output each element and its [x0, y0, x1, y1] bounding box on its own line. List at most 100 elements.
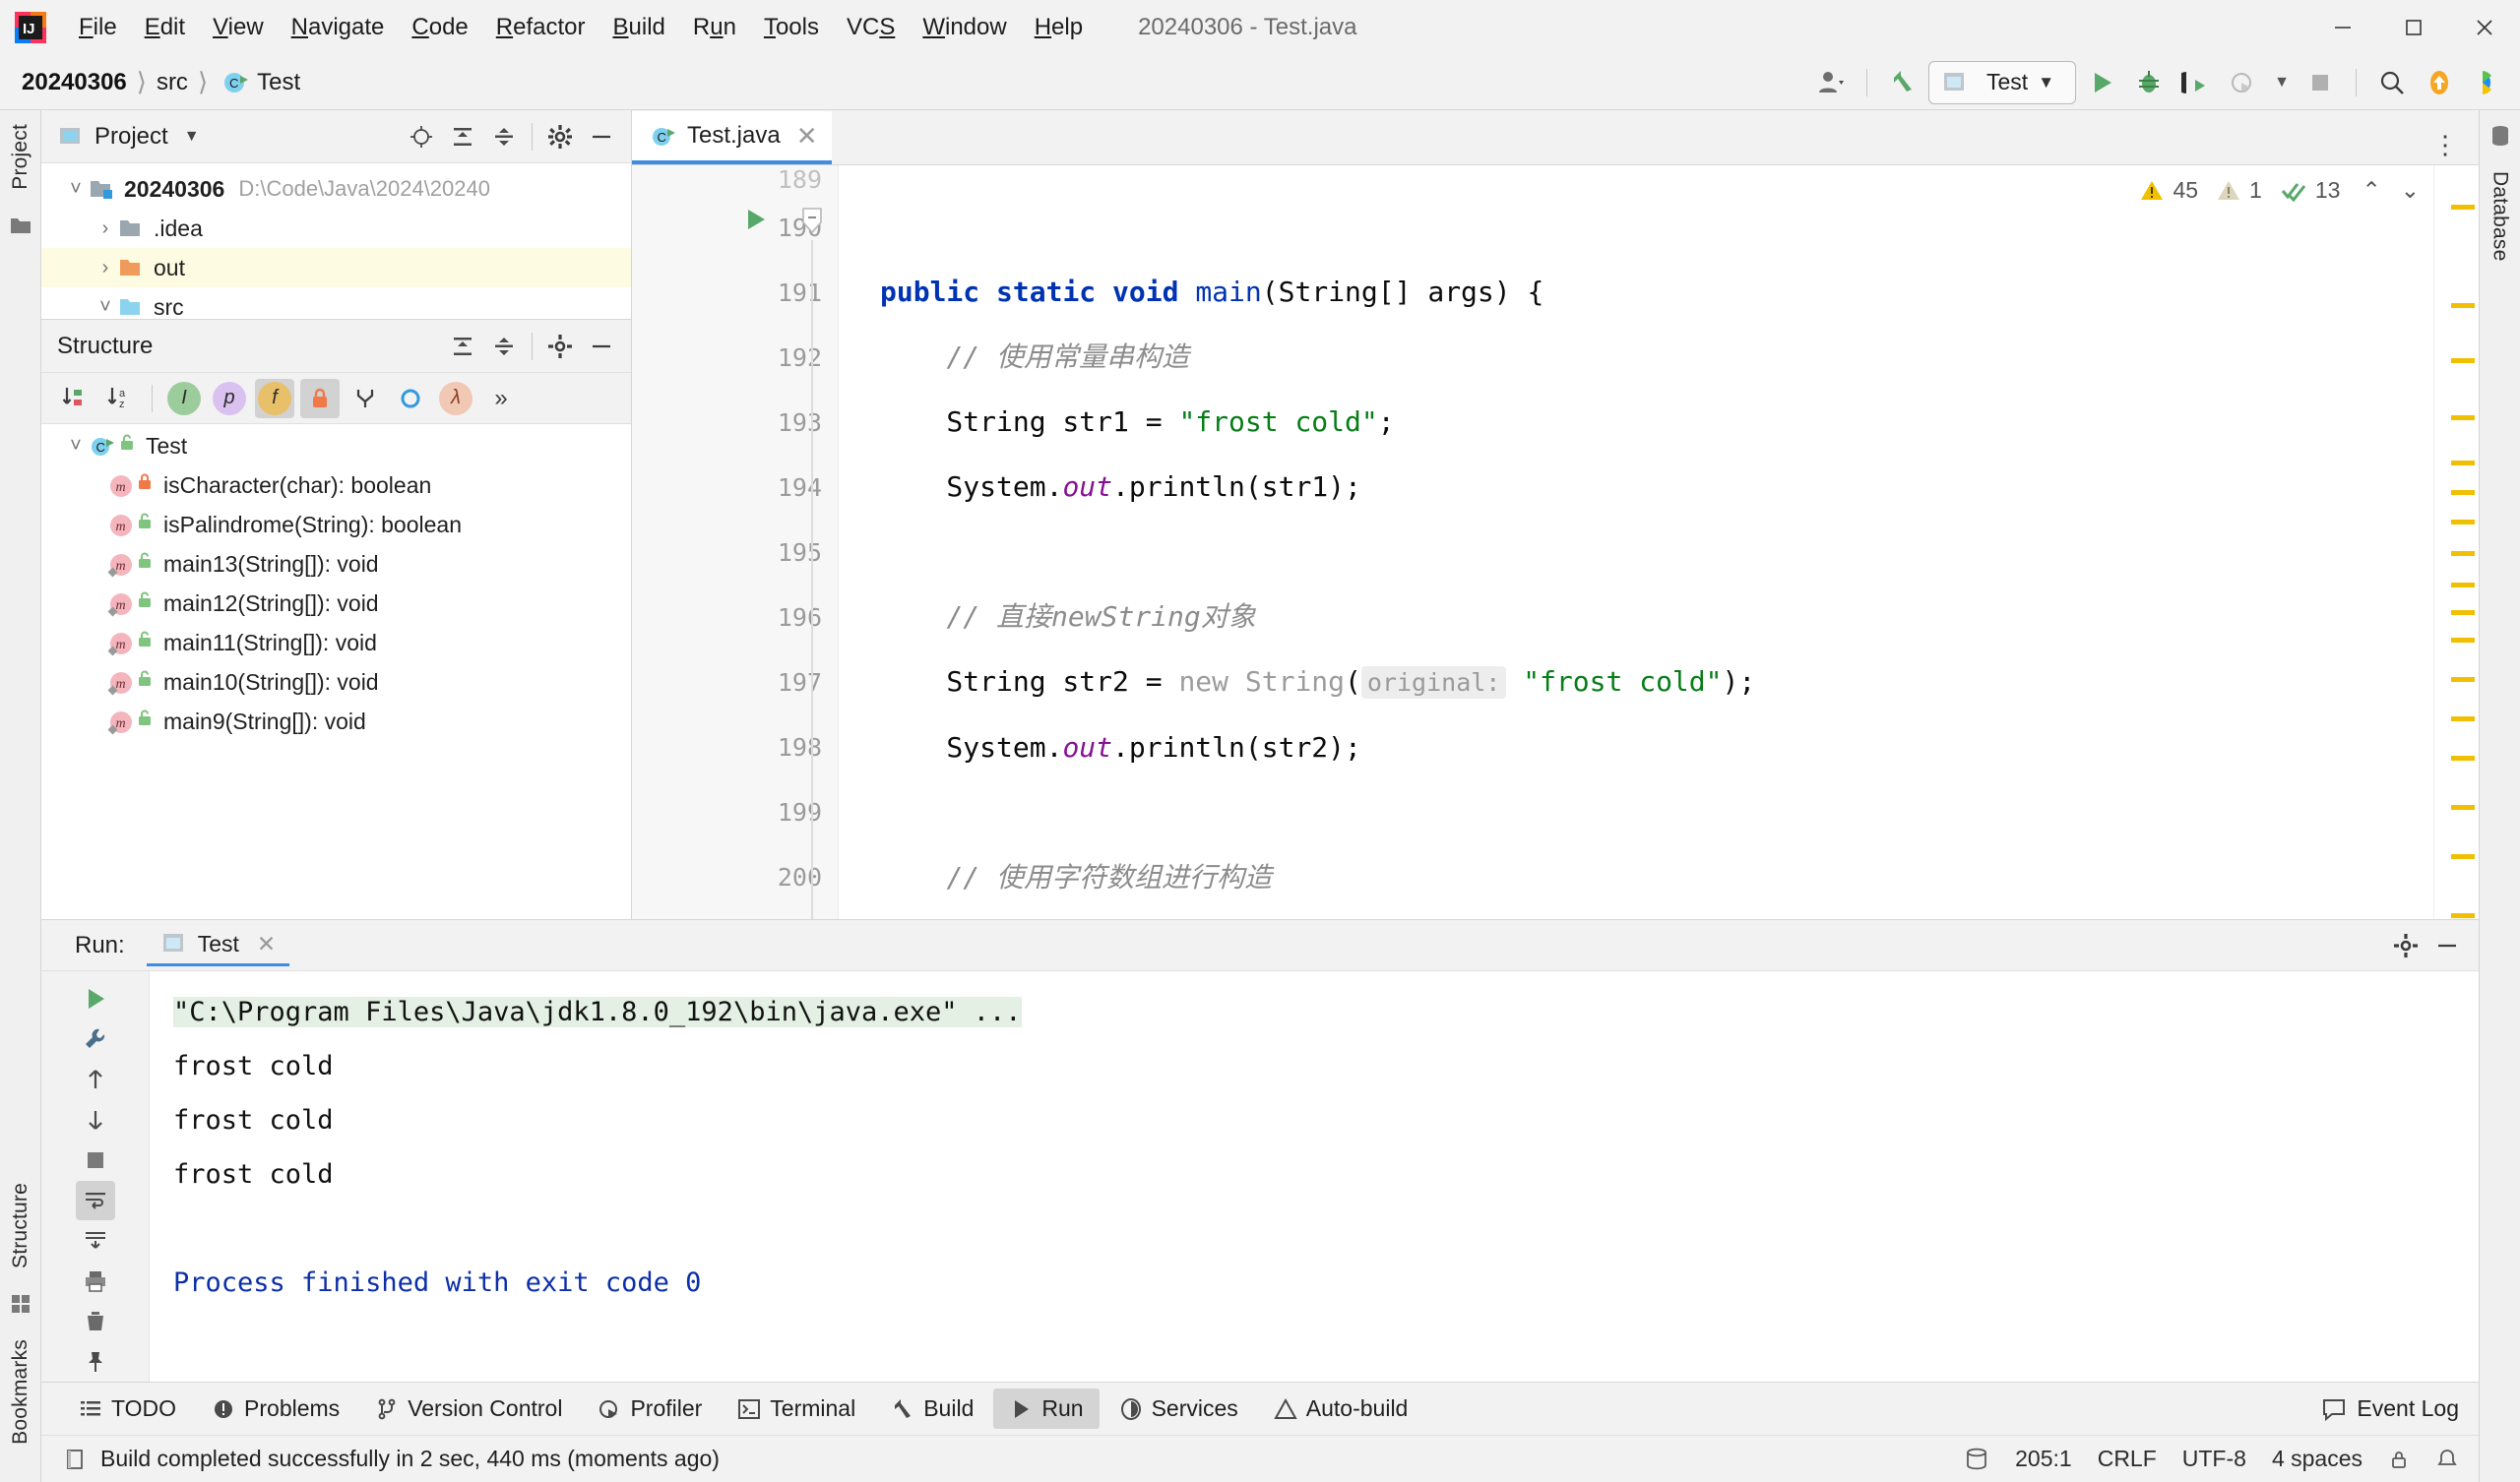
close-button[interactable] [2449, 0, 2520, 55]
editor-marker-bar[interactable] [2433, 165, 2479, 919]
run-tab-test[interactable]: Test ✕ [146, 924, 290, 966]
tree-row-idea[interactable]: › .idea [41, 209, 631, 248]
menu-edit[interactable]: Edit [131, 10, 199, 45]
gear-icon[interactable] [540, 117, 580, 156]
prev-problem-icon[interactable]: ⌃ [2362, 177, 2380, 204]
soft-wrap-icon[interactable] [75, 1181, 115, 1220]
structure-row-method[interactable]: m main10(String[]): void [41, 662, 631, 702]
event-log-area[interactable]: Event Log [2321, 1395, 2479, 1422]
editor-gutter[interactable]: 189 190 191 192 193 194 195 196 197 198 [632, 165, 839, 919]
menu-build[interactable]: Build [599, 10, 679, 45]
notification-icon[interactable] [2435, 1448, 2459, 1471]
collapse-all-icon[interactable] [484, 117, 524, 156]
caret-position[interactable]: 205:1 [2015, 1446, 2072, 1472]
lock-icon[interactable] [2388, 1449, 2410, 1470]
collapse-all-icon[interactable] [484, 327, 524, 366]
inspection-widget[interactable]: 45 1 13 ⌃ ⌄ [2139, 177, 2420, 204]
structure-panel-title[interactable]: Structure [57, 333, 153, 360]
up-icon[interactable] [76, 1060, 115, 1098]
profile-button[interactable] [2222, 62, 2265, 103]
code-editor[interactable]: 189 190 191 192 193 194 195 196 197 198 [632, 165, 2479, 919]
sort-by-visibility-icon[interactable] [55, 379, 94, 418]
structure-row-method[interactable]: m isPalindrome(String): boolean [41, 505, 631, 544]
debug-button[interactable] [2127, 62, 2171, 103]
update-arrow-icon[interactable] [1881, 62, 1924, 103]
hide-panel-icon[interactable] [582, 327, 621, 366]
close-icon[interactable]: ✕ [796, 121, 818, 152]
bottom-tab-profiler[interactable]: Profiler [582, 1389, 718, 1429]
code-text[interactable]: public static void main(String[] args) {… [839, 165, 2433, 919]
strip-tab-bookmarks[interactable]: Bookmarks [7, 1326, 34, 1458]
scroll-from-source-icon[interactable] [402, 117, 441, 156]
sort-alphabetically-icon[interactable]: az [100, 379, 140, 418]
file-encoding[interactable]: UTF-8 [2182, 1446, 2246, 1472]
show-non-public-icon[interactable] [300, 378, 340, 418]
grid-strip-icon[interactable] [9, 1292, 32, 1316]
menu-vcs[interactable]: VCS [833, 10, 909, 45]
search-icon[interactable] [2370, 62, 2414, 103]
bottom-tab-terminal[interactable]: Terminal [722, 1389, 871, 1429]
breadcrumb-project[interactable]: 20240306 [22, 69, 127, 96]
menu-refactor[interactable]: Refactor [482, 10, 599, 45]
show-lambdas-icon[interactable] [391, 379, 430, 418]
console-marker-bar[interactable] [2435, 971, 2479, 1382]
line-separator[interactable]: CRLF [2098, 1446, 2157, 1472]
more-vertical-icon[interactable]: ⋮ [2426, 125, 2465, 164]
rerun-icon[interactable] [76, 979, 115, 1018]
minimize-button[interactable] [2307, 0, 2378, 55]
down-icon[interactable] [76, 1100, 115, 1139]
show-fields-icon[interactable]: f [255, 378, 294, 418]
chevron-right-icon[interactable]: › [93, 217, 118, 240]
gutter-run-marker-icon[interactable] [740, 205, 770, 234]
run-with-coverage-button[interactable] [2174, 62, 2218, 103]
show-properties-icon[interactable]: p [210, 379, 249, 418]
hide-panel-icon[interactable] [2427, 926, 2467, 965]
menu-tools[interactable]: Tools [750, 10, 833, 45]
show-inherited-icon[interactable]: I [164, 379, 204, 418]
maximize-button[interactable] [2378, 0, 2449, 55]
user-icon[interactable] [1809, 62, 1853, 103]
chevron-down-icon[interactable]: ˅ [63, 178, 89, 201]
database-strip-icon[interactable] [2488, 124, 2512, 148]
show-anonymous-icon[interactable] [346, 379, 385, 418]
tree-row-src[interactable]: ˅ src [41, 287, 631, 320]
chevron-down-icon[interactable]: ▼ [184, 128, 200, 146]
bottom-tab-version-control[interactable]: Version Control [359, 1389, 578, 1429]
structure-row-method[interactable]: m isCharacter(char): boolean [41, 465, 631, 505]
ide-helper-icon[interactable] [2465, 62, 2508, 103]
gear-icon[interactable] [540, 327, 580, 366]
menu-help[interactable]: Help [1021, 10, 1097, 45]
menu-run[interactable]: Run [679, 10, 750, 45]
stop-icon[interactable] [76, 1141, 115, 1179]
chevron-down-icon[interactable]: ˅ [93, 296, 118, 319]
project-panel-title[interactable]: Project ▼ [57, 123, 200, 151]
bottom-tab-todo[interactable]: TODO [63, 1389, 192, 1429]
indent-setting[interactable]: 4 spaces [2272, 1446, 2362, 1472]
hide-panel-icon[interactable] [582, 117, 621, 156]
menu-view[interactable]: View [199, 10, 278, 45]
structure-row-method[interactable]: m main12(String[]): void [41, 584, 631, 623]
structure-row-class[interactable]: ˅ C Test [41, 426, 631, 465]
console-output[interactable]: "C:\Program Files\Java\jdk1.8.0_192\bin\… [150, 971, 2435, 1382]
strip-tab-database[interactable]: Database [2487, 157, 2514, 276]
update-project-icon[interactable] [2418, 62, 2461, 103]
breadcrumb-src[interactable]: src [157, 69, 188, 96]
wrench-icon[interactable] [76, 1019, 115, 1058]
structure-row-method[interactable]: m main11(String[]): void [41, 623, 631, 662]
structure-tree[interactable]: ˅ C Test m isCharacter(char): boolean m … [41, 424, 631, 919]
strip-tab-project[interactable]: Project [7, 110, 34, 204]
tree-row-out[interactable]: › out [41, 248, 631, 287]
scroll-to-end-icon[interactable] [76, 1222, 115, 1261]
menu-window[interactable]: Window [909, 10, 1020, 45]
tree-row-20240306[interactable]: ˅ 20240306 D:\Code\Java\2024\20240 [41, 169, 631, 209]
strip-tab-structure[interactable]: Structure [7, 1169, 34, 1282]
project-tree[interactable]: ˅ 20240306 D:\Code\Java\2024\20240 › .id… [41, 163, 631, 319]
structure-row-method[interactable]: m main13(String[]): void [41, 544, 631, 584]
console-scroll-thumb[interactable] [2445, 975, 2471, 1001]
chevron-right-icon[interactable]: › [93, 257, 118, 279]
gear-icon[interactable] [2386, 926, 2426, 965]
pin-icon[interactable] [76, 1343, 115, 1382]
bottom-tab-problems[interactable]: Problems [196, 1389, 355, 1429]
chevron-down-icon[interactable]: ▼ [2269, 62, 2295, 103]
folder-strip-icon[interactable] [9, 214, 32, 237]
